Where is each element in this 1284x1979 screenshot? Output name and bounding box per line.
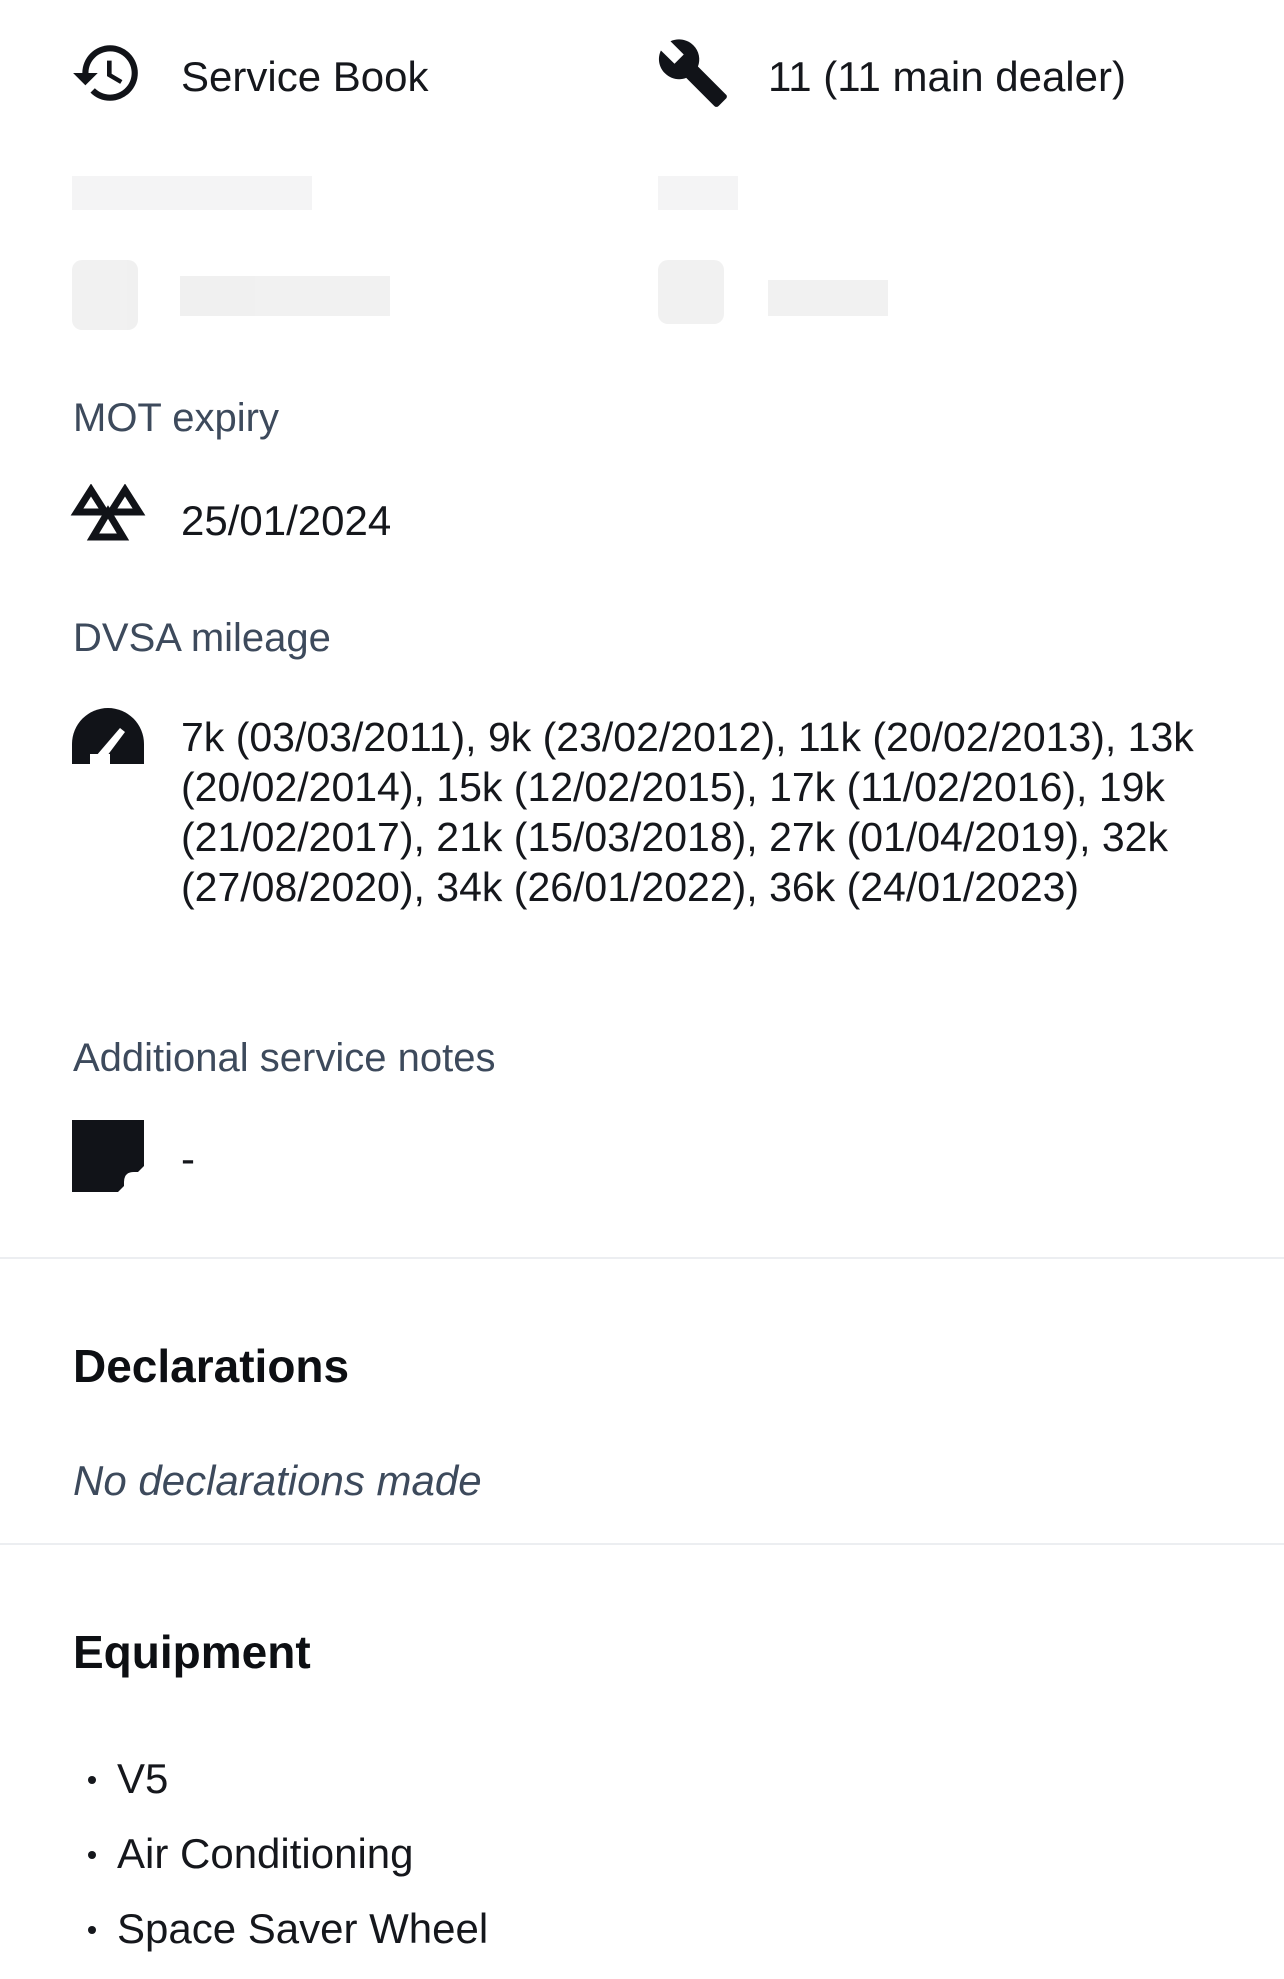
declarations-text: No declarations made: [73, 1457, 482, 1504]
service-history-value: Service Book: [181, 53, 429, 100]
speedometer-icon: [70, 706, 146, 764]
list-item: Space Saver Wheel: [73, 1904, 488, 1979]
equipment-list: V5 Air Conditioning Space Saver Wheel: [73, 1754, 488, 1979]
dvsa-mileage-value: 7k (03/03/2011), 9k (23/02/2012), 11k (2…: [181, 714, 1194, 910]
sticky-note-icon: [72, 1120, 144, 1192]
section-divider: [0, 1257, 1284, 1259]
wrench-icon: [656, 36, 730, 110]
faded-value-right: [768, 280, 888, 316]
faded-value-left: [180, 276, 390, 316]
dvsa-mileage-label: DVSA mileage: [73, 616, 331, 660]
history-icon: [70, 36, 144, 110]
service-notes-label: Additional service notes: [73, 1036, 496, 1080]
services-count-value: 11 (11 main dealer): [768, 53, 1126, 100]
list-item: Air Conditioning: [73, 1829, 488, 1904]
faded-icon-left: [72, 260, 138, 330]
faded-row: [72, 176, 1172, 336]
section-divider: [0, 1543, 1284, 1545]
declarations-title: Declarations: [73, 1340, 350, 1392]
equipment-title: Equipment: [73, 1626, 311, 1678]
faded-label-right: [658, 176, 738, 210]
mot-triangles-icon: [70, 484, 146, 544]
mot-expiry-value: 25/01/2024: [181, 497, 392, 544]
service-notes-value: -: [181, 1135, 195, 1182]
faded-label-left: [72, 176, 312, 210]
mot-expiry-label: MOT expiry: [73, 396, 279, 440]
faded-icon-right: [658, 260, 724, 324]
list-item: V5: [73, 1754, 488, 1829]
